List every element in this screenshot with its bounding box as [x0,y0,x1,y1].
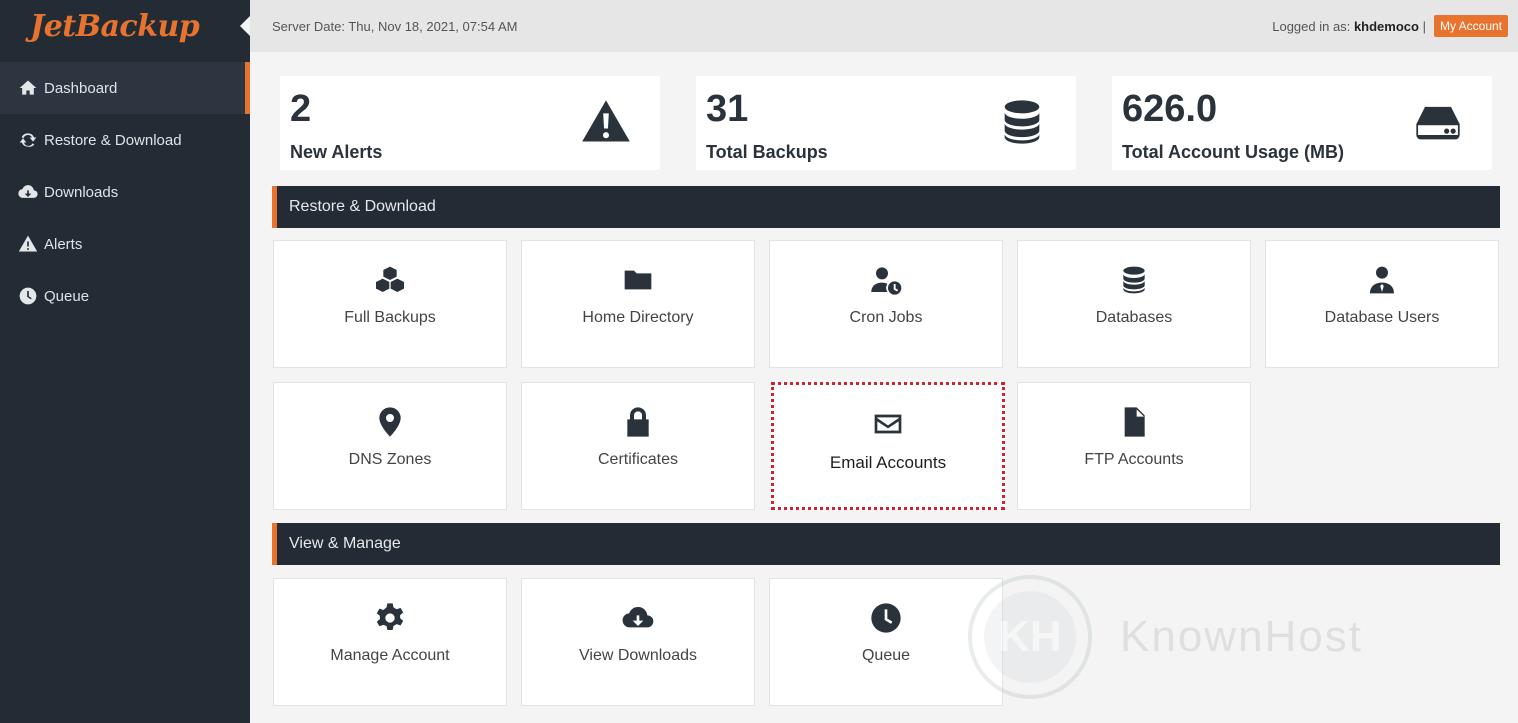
sidebar-item-restore-download[interactable]: Restore & Download [0,114,250,166]
tile-email-accounts[interactable]: Email Accounts [771,382,1005,510]
section-title: Restore & Download [289,198,436,215]
tile-label: Email Accounts [829,453,947,472]
tile-certificates[interactable]: Certificates [521,382,755,510]
cubes-icon [373,263,407,297]
sidebar-item-label: Downloads [44,183,119,201]
user-clock-icon [869,263,903,297]
folder-icon [621,263,655,297]
sidebar-item-dashboard[interactable]: Dashboard [0,62,250,114]
gear-icon [373,601,407,635]
home-icon [16,77,40,99]
sidebar-item-downloads[interactable]: Downloads [0,166,250,218]
user-tie-icon [1365,263,1399,297]
file-icon [1117,405,1151,439]
sidebar-item-label: Alerts [44,235,83,253]
refresh-icon [16,129,40,151]
top-bar: Server Date: Thu, Nov 18, 2021, 07:54 AM… [250,0,1518,52]
tile-manage-account[interactable]: Manage Account [273,578,507,706]
hard-drive-icon [1412,96,1464,148]
sidebar-nav: Dashboard Restore & Download Downloads A… [0,62,250,322]
username: khdemoco [1353,18,1419,34]
tile-label: Certificates [597,451,679,468]
sidebar-item-label: Queue [44,287,90,305]
stat-card-backups[interactable]: 31 Total Backups [696,76,1076,170]
sidebar: JetBackup Dashboard Restore & Download D… [0,0,250,723]
clock-icon [869,601,903,635]
sidebar-item-alerts[interactable]: Alerts [0,218,250,270]
tile-cron-jobs[interactable]: Cron Jobs [769,240,1003,368]
knownhost-watermark: KH KnownHost [968,574,1468,700]
section-title: View & Manage [289,535,401,552]
tile-label: DNS Zones [348,451,432,468]
logged-in-label: Logged in as: [1272,18,1351,34]
clock-icon [16,285,40,307]
watermark-letter: KH [984,591,1076,683]
tile-label: Cron Jobs [849,309,923,326]
tile-label: Databases [1095,309,1173,326]
tile-full-backups[interactable]: Full Backups [273,240,507,368]
sidebar-item-queue[interactable]: Queue [0,270,250,322]
map-marker-icon [373,405,407,439]
stat-card-usage[interactable]: 626.0 Total Account Usage (MB) [1112,76,1492,170]
cloud-download-icon [16,181,40,203]
tile-label: Full Backups [344,309,436,326]
sidebar-item-label: Restore & Download [44,131,182,149]
database-icon [1117,263,1151,297]
tile-dns-zones[interactable]: DNS Zones [273,382,507,510]
logo[interactable]: JetBackup [0,0,250,52]
cloud-download-icon [621,601,655,635]
watermark-logo-icon: KH [968,575,1092,699]
tile-databases[interactable]: Databases [1017,240,1251,368]
logo-text: JetBackup [30,8,200,44]
tile-database-users[interactable]: Database Users [1265,240,1499,368]
server-date: Server Date: Thu, Nov 18, 2021, 07:54 AM [272,18,518,34]
tile-home-directory[interactable]: Home Directory [521,240,755,368]
database-icon [996,96,1048,148]
warning-icon [580,96,632,148]
tile-label: Home Directory [582,309,694,326]
lock-icon [621,405,655,439]
tile-view-downloads[interactable]: View Downloads [521,578,755,706]
logged-in-info: Logged in as: khdemoco | [1272,19,1426,34]
sidebar-item-label: Dashboard [44,79,118,97]
stat-card-alerts[interactable]: 2 New Alerts [280,76,660,170]
tile-ftp-accounts[interactable]: FTP Accounts [1017,382,1251,510]
tile-label: View Downloads [579,647,697,664]
section-header-view-manage: View & Manage [272,523,1500,565]
section-header-restore-download: Restore & Download [272,186,1500,228]
tile-label: FTP Accounts [1084,451,1184,468]
tile-label: Queue [861,647,911,664]
warning-icon [16,233,40,255]
sidebar-notch [240,16,250,36]
tile-label: Manage Account [330,647,450,664]
tile-label: Database Users [1324,309,1440,326]
watermark-text: KnownHost [1120,612,1364,661]
envelope-icon [871,407,905,441]
my-account-button[interactable]: My Account [1433,15,1508,37]
separator: | [1422,18,1426,34]
